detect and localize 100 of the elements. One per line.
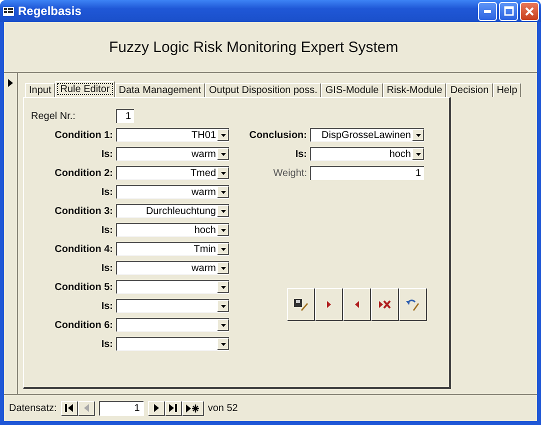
last-record-icon — [169, 404, 178, 412]
weight-field[interactable]: 1 — [310, 166, 424, 180]
caret-down-icon — [220, 228, 226, 232]
last-record-button[interactable] — [164, 400, 182, 416]
rule-number-field[interactable]: 1 — [116, 109, 134, 123]
record-label: Datensatz: — [9, 402, 57, 414]
form-icon — [3, 6, 14, 16]
field-label: Condition 1: — [54, 130, 113, 140]
dropdown-field[interactable]: Tmed — [116, 166, 229, 180]
dropdown-button[interactable] — [412, 148, 424, 160]
tab[interactable]: Output Disposition poss. — [205, 83, 322, 97]
save-button[interactable] — [287, 288, 315, 321]
dropdown-button[interactable] — [217, 300, 229, 312]
dropdown-button[interactable] — [217, 167, 229, 179]
caret-down-icon — [220, 304, 226, 308]
caret-down-icon — [416, 152, 420, 156]
dropdown-field[interactable] — [116, 299, 229, 313]
field-label: Is: — [100, 186, 113, 198]
dropdown-field[interactable]: Tmin — [116, 242, 229, 256]
dropdown-button[interactable] — [217, 281, 229, 293]
field-label: Weight: — [272, 168, 307, 178]
dropdown-field[interactable]: warm — [116, 261, 229, 275]
dropdown-field[interactable]: hoch — [116, 223, 229, 237]
tab[interactable]: Data Management — [114, 83, 205, 97]
caret-down-icon — [220, 172, 226, 174]
tab[interactable]: Risk-Module — [382, 83, 446, 97]
field-label: Condition 2: — [54, 168, 113, 178]
dropdown-field[interactable]: TH01 — [116, 128, 229, 142]
caret-down-icon — [416, 134, 420, 136]
field-label: Regel Nr.: — [30, 110, 76, 122]
next-record-button[interactable] — [148, 400, 165, 416]
close-button[interactable] — [520, 2, 539, 20]
field-label: Is: — [100, 148, 113, 160]
field-label: Is: — [100, 224, 113, 236]
form-heading: Fuzzy Logic Risk Monitoring Expert System — [109, 38, 398, 56]
dropdown-field[interactable] — [116, 337, 229, 351]
triangle-right-icon — [327, 301, 331, 308]
dropdown-button[interactable] — [217, 186, 229, 198]
dropdown-button[interactable] — [217, 262, 229, 274]
floppy-pencil-icon — [294, 298, 308, 310]
dropdown-field[interactable]: DispGrosseLawinen — [310, 128, 424, 142]
undo-pencil-icon — [406, 298, 420, 310]
dropdown-button[interactable] — [217, 205, 229, 217]
field-label: Is: — [100, 300, 113, 312]
record-number-field[interactable]: 1 — [98, 400, 144, 416]
next-button[interactable] — [315, 288, 343, 321]
field-label: Condition 4: — [54, 244, 113, 254]
caret-down-icon — [220, 324, 226, 326]
tab[interactable]: Decision — [446, 83, 493, 97]
field-label: Is: — [294, 148, 307, 160]
field-label: Condition 5: — [54, 282, 113, 292]
delete-button[interactable] — [371, 288, 399, 321]
delete-record-icon — [379, 300, 391, 309]
tab[interactable]: Rule Editor — [55, 81, 115, 97]
dropdown-button[interactable] — [217, 338, 229, 350]
field-label: Is: — [100, 338, 113, 350]
previous-button[interactable] — [343, 288, 371, 321]
dropdown-button[interactable] — [217, 129, 229, 141]
tab[interactable]: Help — [492, 83, 522, 97]
dropdown-field[interactable] — [116, 318, 229, 332]
caret-down-icon — [220, 134, 226, 136]
dropdown-button[interactable] — [217, 243, 229, 255]
field-label: Condition 6: — [54, 320, 113, 330]
tab[interactable]: GIS-Module — [321, 83, 383, 97]
maximize-button[interactable] — [499, 2, 518, 20]
previous-record-icon — [84, 404, 89, 412]
window-title: Regelbasis — [18, 4, 82, 18]
field-label: Is: — [100, 262, 113, 274]
caret-down-icon — [220, 152, 226, 156]
dropdown-field[interactable]: hoch — [310, 147, 424, 161]
tab[interactable]: Input — [25, 83, 56, 97]
record-pointer-icon — [8, 79, 13, 87]
triangle-left-icon — [355, 301, 359, 308]
dropdown-button[interactable] — [217, 319, 229, 331]
record-count: von 52 — [208, 402, 238, 414]
new-record-icon — [186, 404, 200, 412]
caret-down-icon — [220, 190, 226, 194]
dropdown-field[interactable]: Durchleuchtung — [116, 204, 229, 218]
dropdown-field[interactable]: warm — [116, 147, 229, 161]
next-record-icon — [154, 404, 159, 412]
caret-down-icon — [220, 286, 226, 288]
undo-button[interactable] — [399, 288, 427, 321]
caret-down-icon — [220, 210, 226, 212]
caret-down-icon — [220, 266, 226, 270]
dropdown-button[interactable] — [412, 129, 424, 141]
caret-down-icon — [220, 248, 226, 250]
first-record-icon — [65, 404, 74, 412]
dropdown-field[interactable]: warm — [116, 185, 229, 199]
minimize-icon — [484, 10, 491, 12]
new-record-button[interactable] — [182, 400, 204, 416]
dropdown-field[interactable] — [116, 280, 229, 294]
field-label: Conclusion: — [248, 130, 307, 140]
dropdown-button[interactable] — [217, 148, 229, 160]
maximize-icon — [504, 6, 514, 16]
close-icon — [525, 6, 534, 16]
minimize-button[interactable] — [478, 2, 497, 20]
first-record-button[interactable] — [60, 400, 78, 416]
caret-down-icon — [220, 342, 226, 346]
dropdown-button[interactable] — [217, 224, 229, 236]
field-label: Condition 3: — [54, 206, 113, 216]
